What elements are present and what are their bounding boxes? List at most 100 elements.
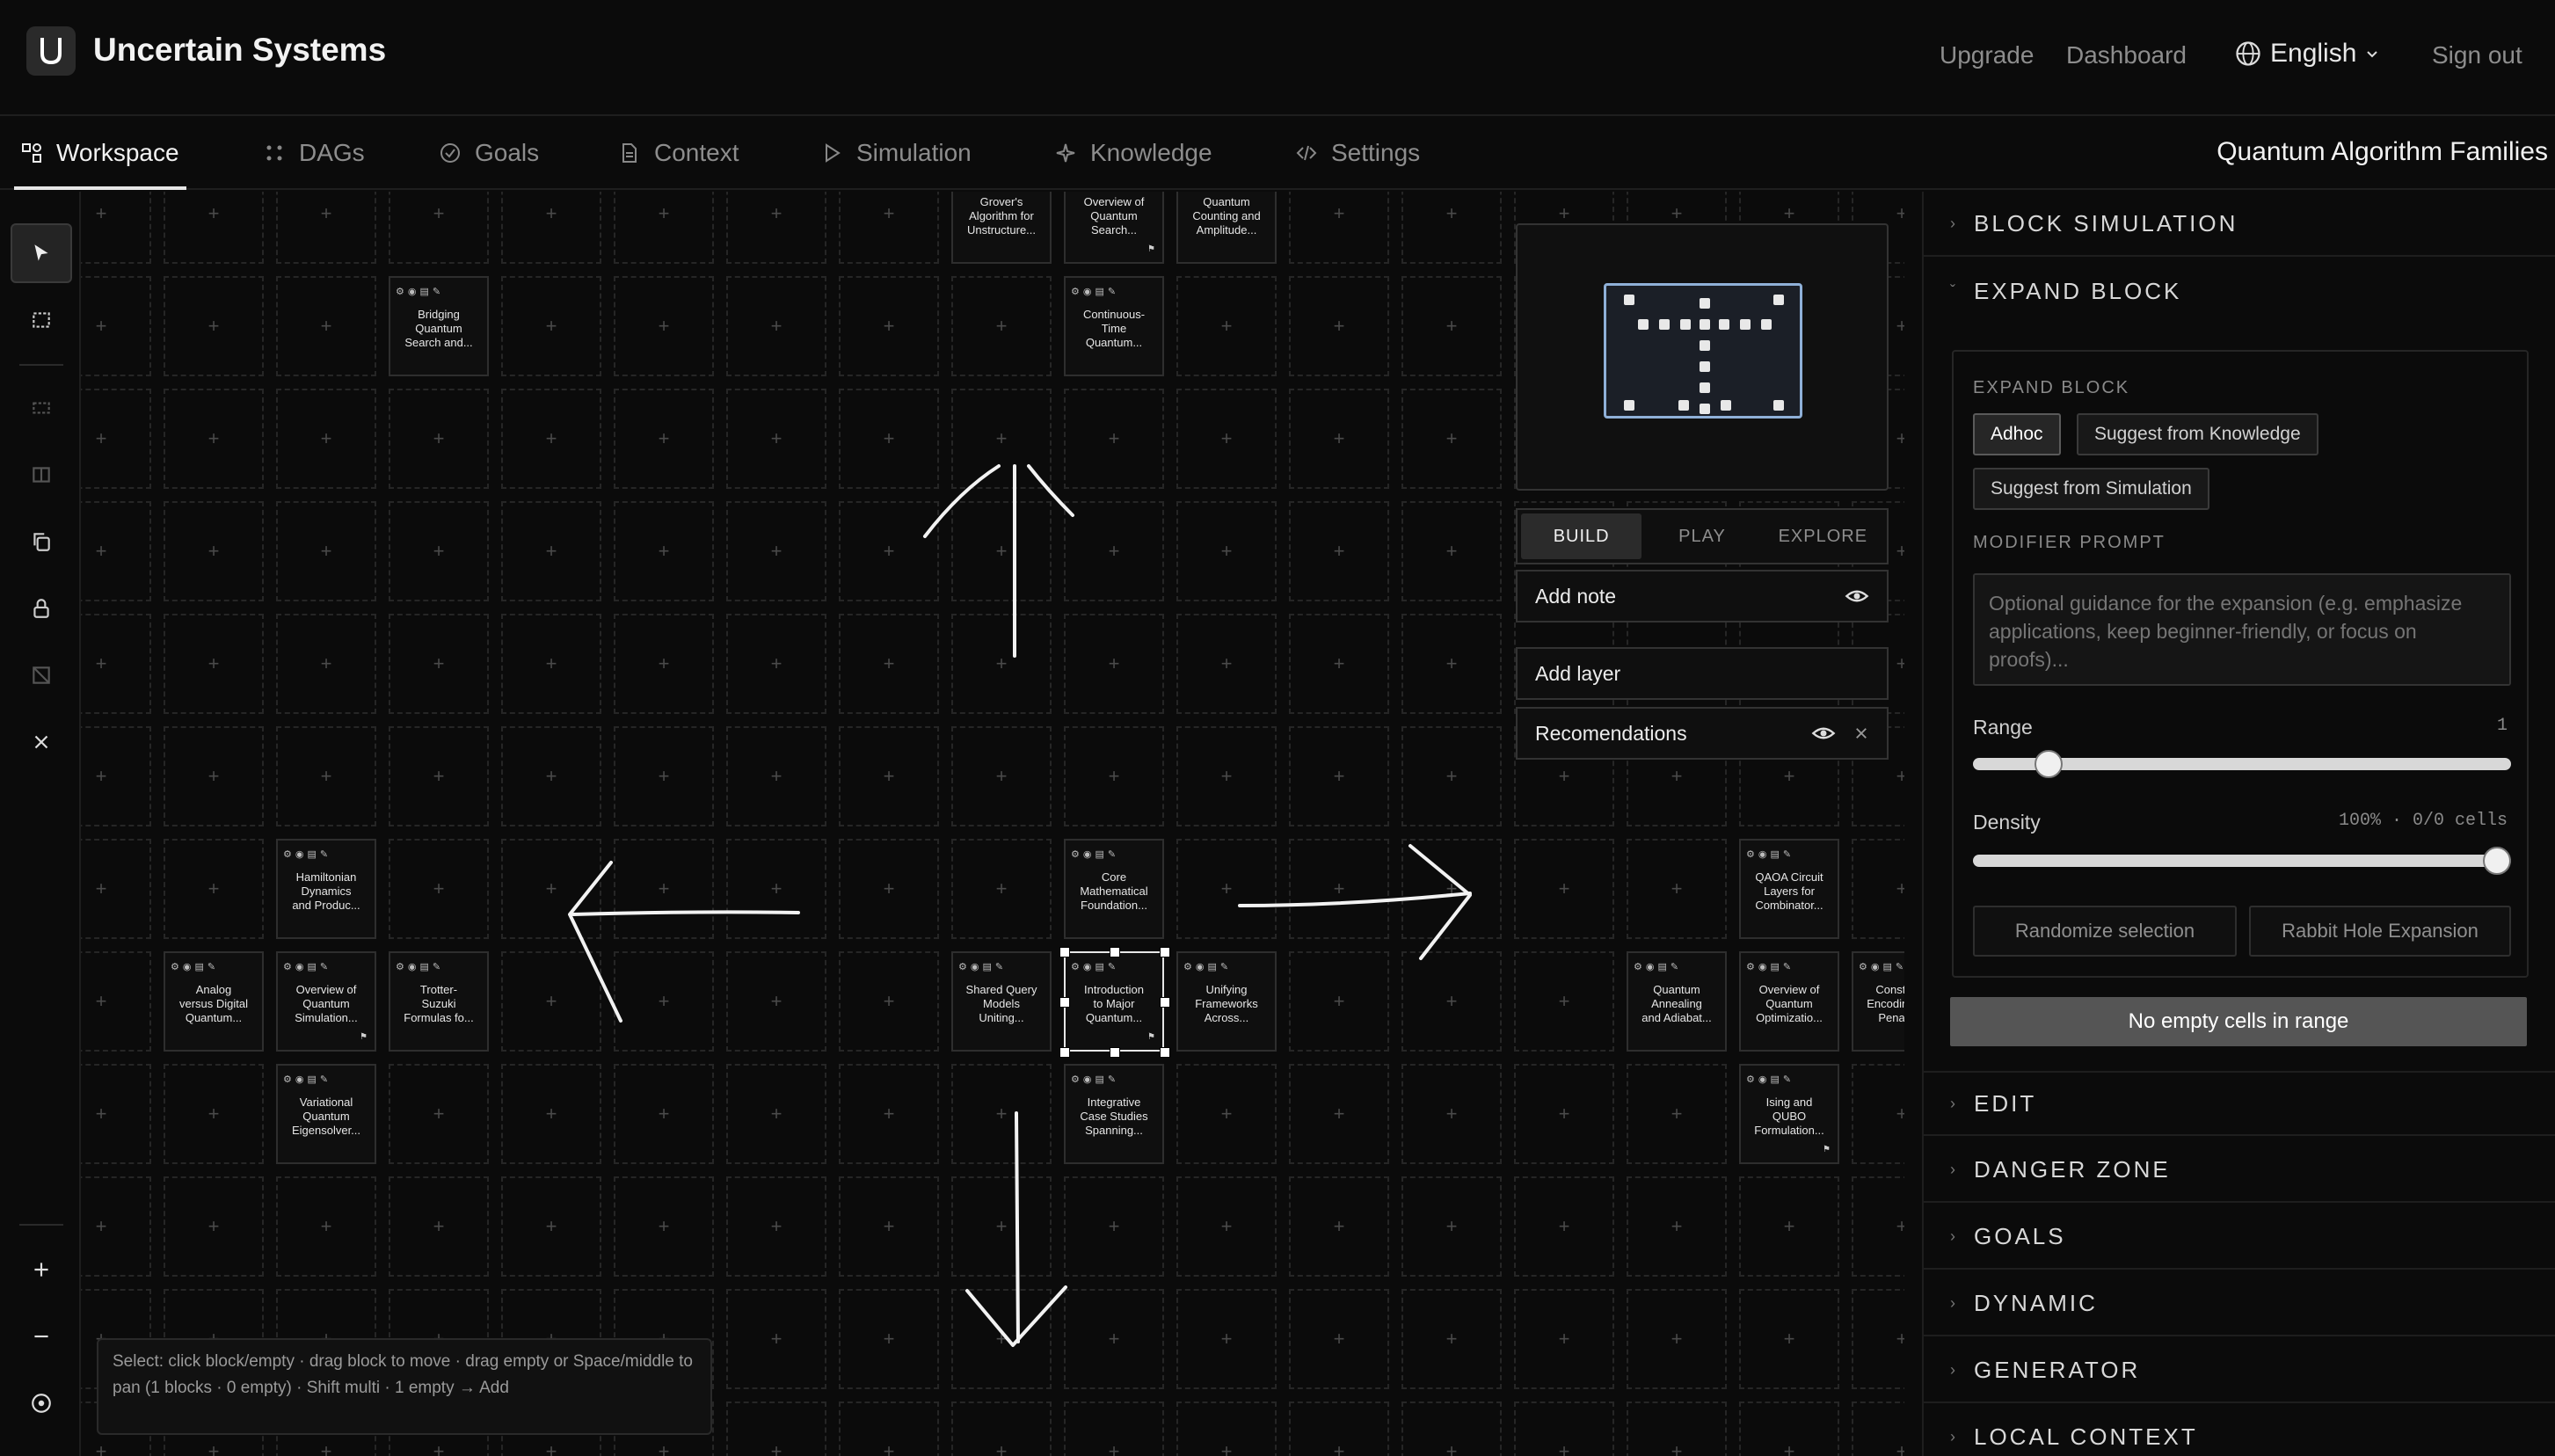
empty-cell[interactable]: + [389, 1064, 489, 1164]
settings-icon[interactable]: ⚙ [1746, 1073, 1755, 1087]
edit-icon[interactable]: ✎ [1783, 960, 1791, 974]
knowledge-block[interactable]: ⚙ ◉ ▤ ✎ Bridging Quantum Search and... [389, 276, 489, 376]
resize-handle[interactable] [1059, 1047, 1070, 1058]
add-layer-panel[interactable]: Add layer [1516, 647, 1889, 700]
knowledge-block[interactable]: ⚙ ◉ ▤ ✎ Integrative Case Studies Spanning... [1064, 1064, 1164, 1164]
edit-icon[interactable]: ✎ [1783, 848, 1791, 862]
knowledge-block[interactable]: ⚙ ◉ ▤ ✎ Trotter- Suzuki Formulas fo... [389, 951, 489, 1052]
resize-handle[interactable] [1160, 1047, 1170, 1058]
empty-cell[interactable]: + [501, 389, 601, 489]
edit-icon[interactable]: ✎ [995, 960, 1003, 974]
edit-icon[interactable]: ✎ [1108, 285, 1116, 299]
empty-cell[interactable]: + [1852, 839, 1904, 939]
empty-cell[interactable]: + [1176, 726, 1277, 826]
comment-icon[interactable]: ▤ [1207, 960, 1216, 974]
eye-icon[interactable]: ◉ [1083, 285, 1092, 299]
comment-icon[interactable]: ▤ [1770, 1073, 1779, 1087]
settings-icon[interactable]: ⚙ [1071, 960, 1080, 974]
empty-cell[interactable]: + [1289, 839, 1389, 939]
knowledge-block[interactable]: ⚙ ◉ ▤ ✎ Core Mathematical Foundation... [1064, 839, 1164, 939]
empty-cell[interactable]: + [81, 726, 151, 826]
eye-icon[interactable]: ◉ [1646, 960, 1655, 974]
modifier-prompt-input[interactable] [1973, 573, 2511, 686]
section-goals[interactable]: › GOALS [1924, 1205, 2555, 1270]
empty-cell[interactable]: + [726, 1064, 826, 1164]
comment-icon[interactable]: ▤ [419, 285, 428, 299]
mode-build[interactable]: BUILD [1521, 513, 1642, 559]
empty-cell[interactable]: + [164, 1064, 264, 1164]
empty-cell[interactable]: + [389, 501, 489, 601]
empty-cell[interactable]: + [276, 726, 376, 826]
empty-cell[interactable]: + [614, 951, 714, 1052]
empty-cell[interactable]: + [839, 614, 939, 714]
empty-cell[interactable]: + [1401, 276, 1502, 376]
comment-icon[interactable]: ▤ [419, 960, 428, 974]
rabbit-hole-expansion-button[interactable]: Rabbit Hole Expansion [2249, 906, 2511, 957]
eye-icon[interactable]: ◉ [295, 1073, 304, 1087]
empty-cell[interactable]: + [1289, 192, 1389, 264]
close-icon[interactable] [1853, 725, 1869, 741]
settings-icon[interactable]: ⚙ [283, 960, 292, 974]
resize-handle[interactable] [1160, 947, 1170, 957]
dashboard-link[interactable]: Dashboard [2066, 41, 2187, 69]
edit-icon[interactable]: ✎ [320, 960, 328, 974]
empty-cell[interactable]: + [1064, 389, 1164, 489]
empty-cell[interactable]: + [276, 1176, 376, 1277]
empty-cell[interactable]: + [1289, 951, 1389, 1052]
empty-cell[interactable]: + [726, 951, 826, 1052]
minimap[interactable] [1516, 223, 1889, 491]
settings-icon[interactable]: ⚙ [1634, 960, 1642, 974]
empty-cell[interactable]: + [276, 614, 376, 714]
edit-icon[interactable]: ✎ [1108, 848, 1116, 862]
eye-icon[interactable]: ◉ [295, 960, 304, 974]
empty-cell[interactable]: + [501, 614, 601, 714]
empty-cell[interactable]: + [1064, 614, 1164, 714]
empty-cell[interactable]: + [1627, 1289, 1727, 1389]
tab-workspace[interactable]: Workspace [14, 116, 186, 190]
empty-cell[interactable]: + [839, 1176, 939, 1277]
eye-icon[interactable]: ◉ [1758, 848, 1767, 862]
eye-icon[interactable]: ◉ [1083, 960, 1092, 974]
empty-cell[interactable]: + [1401, 501, 1502, 601]
empty-cell[interactable]: + [1401, 839, 1502, 939]
empty-cell[interactable]: + [1176, 389, 1277, 489]
section-dynamic[interactable]: › DYNAMIC [1924, 1271, 2555, 1336]
comment-icon[interactable]: ▤ [982, 960, 991, 974]
empty-cell[interactable]: + [501, 1176, 601, 1277]
settings-icon[interactable]: ⚙ [958, 960, 967, 974]
empty-cell[interactable]: + [389, 389, 489, 489]
settings-icon[interactable]: ⚙ [171, 960, 179, 974]
empty-cell[interactable]: + [1064, 1289, 1164, 1389]
empty-cell[interactable]: + [501, 501, 601, 601]
eye-icon[interactable] [1811, 721, 1836, 746]
settings-icon[interactable]: ⚙ [396, 960, 404, 974]
empty-cell[interactable]: + [1064, 1176, 1164, 1277]
mode-explore[interactable]: EXPLORE [1763, 513, 1883, 559]
comment-icon[interactable]: ▤ [1095, 1073, 1103, 1087]
copy-tool-button[interactable] [11, 512, 72, 571]
empty-cell[interactable]: + [501, 276, 601, 376]
empty-cell[interactable]: + [726, 1401, 826, 1456]
empty-cell[interactable]: + [1514, 1064, 1614, 1164]
randomize-selection-button[interactable]: Randomize selection [1973, 906, 2237, 957]
empty-cell[interactable]: + [164, 192, 264, 264]
empty-cell[interactable]: + [81, 389, 151, 489]
empty-cell[interactable]: + [1401, 1064, 1502, 1164]
settings-icon[interactable]: ⚙ [396, 285, 404, 299]
eye-icon[interactable]: ◉ [1758, 960, 1767, 974]
empty-cell[interactable]: + [951, 276, 1052, 376]
settings-icon[interactable]: ⚙ [283, 1073, 292, 1087]
comment-icon[interactable]: ▤ [307, 1073, 316, 1087]
empty-cell[interactable]: + [1514, 1176, 1614, 1277]
knowledge-block[interactable]: ⚙ ◉ ▤ ✎ Variational Quantum Eigensolver... [276, 1064, 376, 1164]
section-block-simulation[interactable]: › BLOCK SIMULATION [1924, 192, 2555, 257]
comment-icon[interactable]: ▤ [194, 960, 203, 974]
source-knowledge-button[interactable]: Suggest from Knowledge [2077, 413, 2318, 455]
empty-cell[interactable]: + [81, 276, 151, 376]
empty-cell[interactable]: + [1176, 614, 1277, 714]
empty-cell[interactable]: + [276, 276, 376, 376]
empty-cell[interactable]: + [1289, 1401, 1389, 1456]
tab-knowledge[interactable]: Knowledge [1055, 116, 1212, 190]
resize-handle[interactable] [1059, 947, 1070, 957]
lock-tool-button[interactable] [11, 579, 72, 638]
